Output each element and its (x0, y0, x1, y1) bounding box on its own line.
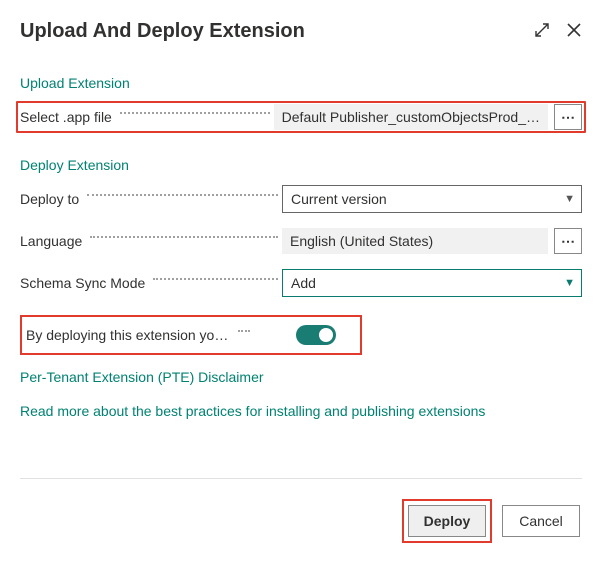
label-wrap: Deploy to (20, 183, 282, 215)
section-upload-heading: Upload Extension (20, 75, 582, 91)
dialog-header: Upload And Deploy Extension (20, 20, 582, 43)
dots (90, 236, 278, 238)
cancel-button[interactable]: Cancel (502, 505, 580, 537)
chevron-down-icon: ▼ (564, 277, 575, 289)
close-icon[interactable] (566, 22, 582, 38)
row-select-file: Select .app file Default Publisher_custo… (16, 101, 586, 133)
toggle-knob (319, 328, 333, 342)
schema-select[interactable]: Add ▼ (282, 269, 582, 297)
dialog: Upload And Deploy Extension Upload Exten… (0, 0, 600, 563)
deploy-button-highlight: Deploy (402, 499, 492, 543)
consent-toggle[interactable] (296, 325, 336, 345)
expand-icon[interactable] (534, 22, 550, 38)
label-deploy-to: Deploy to (20, 191, 83, 207)
label-wrap: Select .app file (20, 105, 274, 129)
row-schema: Schema Sync Mode Add ▼ (20, 267, 582, 299)
dialog-title: Upload And Deploy Extension (20, 20, 305, 43)
dialog-footer: Deploy Cancel (20, 479, 582, 563)
label-language: Language (20, 233, 86, 249)
select-file-input[interactable]: Default Publisher_customObjectsProd_… (274, 104, 548, 130)
label-schema: Schema Sync Mode (20, 275, 149, 291)
dots (120, 112, 270, 114)
dots (153, 278, 278, 280)
header-actions (534, 20, 582, 38)
deploy-to-select[interactable]: Current version ▼ (282, 185, 582, 213)
value-deploy-to: Current version ▼ (282, 185, 582, 213)
row-language: Language English (United States) ⋯ (20, 225, 582, 257)
deploy-button[interactable]: Deploy (408, 505, 486, 537)
schema-value: Add (291, 275, 316, 291)
deploy-to-value: Current version (291, 191, 387, 207)
language-input[interactable]: English (United States) (282, 228, 548, 254)
section-deploy-heading: Deploy Extension (20, 157, 582, 173)
best-practices-link[interactable]: Read more about the best practices for i… (20, 403, 582, 419)
label-wrap: Language (20, 225, 282, 257)
label-wrap: Schema Sync Mode (20, 267, 282, 299)
dots (87, 194, 278, 196)
pte-disclaimer-link[interactable]: Per-Tenant Extension (PTE) Disclaimer (20, 369, 582, 385)
dots (238, 330, 250, 332)
value-schema: Add ▼ (282, 269, 582, 297)
label-select-file: Select .app file (20, 109, 116, 125)
browse-file-button[interactable]: ⋯ (554, 104, 582, 130)
value-language: English (United States) ⋯ (282, 228, 582, 254)
chevron-down-icon: ▼ (564, 193, 575, 205)
label-consent: By deploying this extension yo… (26, 327, 232, 343)
row-consent: By deploying this extension yo… (20, 315, 362, 355)
value-select-file: Default Publisher_customObjectsProd_… ⋯ (274, 104, 582, 130)
label-wrap: By deploying this extension yo… (26, 317, 296, 353)
language-lookup-button[interactable]: ⋯ (554, 228, 582, 254)
row-deploy-to: Deploy to Current version ▼ (20, 183, 582, 215)
